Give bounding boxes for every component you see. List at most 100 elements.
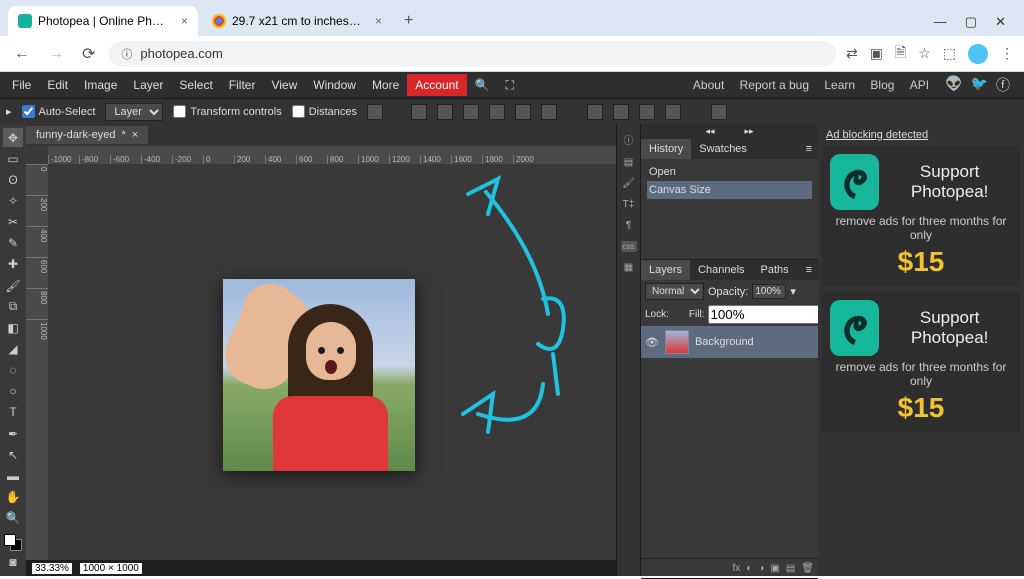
tab-layers[interactable]: Layers (641, 260, 690, 280)
link-api[interactable]: API (904, 74, 935, 96)
crop-tool[interactable]: ✂ (3, 213, 23, 232)
zoom-level[interactable]: 33.33% (32, 563, 72, 574)
heal-tool[interactable]: ✚ (3, 255, 23, 274)
layer-adjustment-icon[interactable]: ◑ (758, 563, 764, 574)
auto-select-checkbox[interactable] (22, 105, 35, 118)
tab-paths[interactable]: Paths (753, 260, 797, 280)
distances-checkbox[interactable] (292, 105, 305, 118)
css-panel-icon[interactable]: css (621, 241, 637, 252)
align-left-icon[interactable] (411, 104, 427, 120)
blur-tool[interactable]: ◌ (3, 361, 23, 380)
twitter-icon[interactable]: 🐦 (971, 75, 988, 95)
window-maximize-icon[interactable]: ▢ (965, 14, 977, 30)
reader-icon[interactable]: 🗎 (895, 42, 906, 66)
opacity-input[interactable] (752, 284, 786, 299)
hand-tool[interactable]: ✋ (3, 487, 23, 506)
histogram-panel-icon[interactable]: ▤ (624, 157, 633, 168)
align-middle-v-icon[interactable] (515, 104, 531, 120)
layer-thumbnail[interactable] (665, 330, 689, 354)
quickmask-icon[interactable]: ◙ (3, 553, 23, 572)
brush-panel-icon[interactable]: 🖌 (622, 178, 635, 189)
pen-tool[interactable]: ✒ (3, 424, 23, 443)
tool-preset-icon[interactable]: ▸ (6, 105, 12, 118)
align-top-icon[interactable] (489, 104, 505, 120)
actions-panel-icon[interactable]: ▦ (624, 262, 633, 273)
menu-more[interactable]: More (364, 74, 407, 96)
close-tab-icon[interactable]: × (375, 14, 382, 28)
align-icon[interactable] (367, 104, 383, 120)
lasso-tool[interactable]: ʘ (3, 170, 23, 189)
marquee-tool[interactable]: ▭ (3, 149, 23, 168)
menu-select[interactable]: Select (171, 74, 220, 96)
brush-tool[interactable]: 🖌 (3, 276, 23, 295)
back-button[interactable]: ← (10, 41, 34, 67)
menu-file[interactable]: File (4, 74, 39, 96)
window-close-icon[interactable]: ✕ (995, 14, 1006, 30)
align-center-h-icon[interactable] (437, 104, 453, 120)
grid-icon[interactable] (711, 104, 727, 120)
profile-avatar[interactable] (968, 44, 988, 64)
align-bottom-icon[interactable] (541, 104, 557, 120)
distribute-h-icon[interactable] (587, 104, 603, 120)
stamp-tool[interactable]: ⧉ (3, 297, 23, 316)
search-icon[interactable]: 🔍 (467, 74, 498, 96)
link-blog[interactable]: Blog (864, 74, 900, 96)
distribute-v-icon[interactable] (613, 104, 629, 120)
bookmark-icon[interactable]: ☆ (918, 45, 931, 62)
url-input[interactable]: ⓘ photopea.com (109, 41, 836, 67)
extensions-icon[interactable]: ⬚ (943, 45, 956, 62)
ruler-vertical[interactable]: 02004006008001000 (26, 164, 48, 560)
tab-history[interactable]: History (641, 139, 691, 159)
more-options-icon[interactable] (665, 104, 681, 120)
color-swatches[interactable] (4, 534, 22, 551)
path-tool[interactable]: ↖ (3, 445, 23, 464)
close-tab-icon[interactable]: × (181, 14, 188, 28)
canvas-document[interactable] (223, 279, 415, 471)
gradient-tool[interactable]: ◢ (3, 339, 23, 358)
menu-layer[interactable]: Layer (125, 74, 171, 96)
eraser-tool[interactable]: ◧ (3, 318, 23, 337)
opacity-flyout-icon[interactable]: ▾ (790, 285, 796, 298)
new-tab-button[interactable]: + (396, 6, 421, 36)
collapse-left-icon[interactable]: ◂◂ (705, 126, 714, 137)
paragraph-panel-icon[interactable]: ¶ (626, 220, 631, 231)
layer-row[interactable]: 👁 Background (641, 326, 818, 358)
link-report[interactable]: Report a bug (734, 74, 815, 96)
history-item[interactable]: Open (647, 163, 812, 181)
collapse-right-icon[interactable]: ▸▸ (745, 126, 754, 137)
ruler-horizontal[interactable]: -1000-800-600-400-2000200400600800100012… (48, 146, 616, 164)
browser-tab-inactive[interactable]: 29.7 x21 cm to inches - Google × (202, 6, 392, 36)
site-info-icon[interactable]: ⓘ (121, 46, 132, 62)
dodge-tool[interactable]: ○ (3, 382, 23, 401)
menu-filter[interactable]: Filter (221, 74, 264, 96)
distribute-spacing-icon[interactable] (639, 104, 655, 120)
eyedropper-tool[interactable]: ✎ (3, 234, 23, 253)
link-about[interactable]: About (687, 74, 730, 96)
layer-fx-icon[interactable]: fx (733, 563, 741, 574)
fullscreen-icon[interactable]: ⛶ (498, 74, 522, 97)
layer-mask-icon[interactable]: ◐ (746, 563, 752, 574)
blend-mode-select[interactable]: Normal (645, 283, 704, 300)
reload-button[interactable]: ⟳ (78, 40, 99, 68)
panel-menu-icon[interactable]: ≡ (800, 139, 818, 159)
forward-button[interactable]: → (44, 41, 68, 67)
history-item[interactable]: Canvas Size (647, 181, 812, 199)
shape-tool[interactable]: ▬ (3, 466, 23, 485)
account-button[interactable]: Account (407, 74, 466, 96)
layer-visibility-icon[interactable]: 👁 (645, 336, 659, 349)
browser-tab-active[interactable]: Photopea | Online Photo Editor × (8, 6, 198, 36)
transform-controls-checkbox[interactable] (173, 105, 186, 118)
link-learn[interactable]: Learn (818, 74, 861, 96)
type-tool[interactable]: T (3, 403, 23, 422)
move-tool[interactable]: ✥ (3, 128, 23, 147)
menu-edit[interactable]: Edit (39, 74, 76, 96)
layer-name[interactable]: Background (695, 336, 754, 348)
document-tab[interactable]: funny-dark-eyed * × (26, 126, 148, 144)
menu-view[interactable]: View (263, 74, 305, 96)
align-right-icon[interactable] (463, 104, 479, 120)
tab-swatches[interactable]: Swatches (691, 139, 755, 159)
panel-menu-icon[interactable]: ≡ (800, 260, 818, 280)
tab-channels[interactable]: Channels (690, 260, 752, 280)
chrome-menu-icon[interactable]: ⋮ (1000, 45, 1014, 62)
canvas-area[interactable]: -1000-800-600-400-2000200400600800100012… (26, 146, 616, 560)
